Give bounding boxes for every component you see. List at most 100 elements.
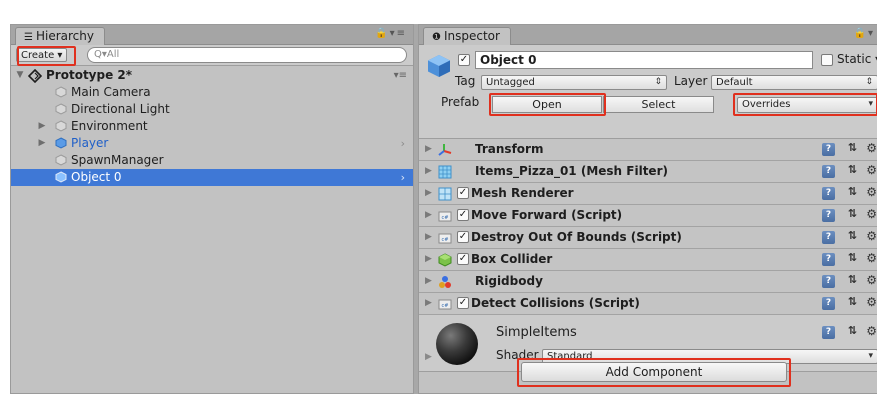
component-move-forward-script[interactable]: ▶ c# ✓ Move Forward (Script) ? ⇅ ⚙ [419,205,877,227]
tab-hierarchy[interactable]: ☰ Hierarchy [15,27,105,46]
component-enabled-checkbox[interactable]: ✓ [457,209,469,221]
component-name: Items_Pizza_01 (Mesh Filter) [475,164,668,178]
hierarchy-panel: ☰ Hierarchy 🔒▾≡ Create ▾ Q▾All ▼ Prototyp… [10,24,414,394]
lock-icon[interactable]: 🔒 [375,28,389,39]
lock-icon[interactable]: 🔒 [854,28,868,39]
gear-icon[interactable]: ⚙ [866,229,877,243]
help-icon[interactable]: ? [822,231,835,244]
preset-icon[interactable]: ⇅ [848,229,857,242]
component-enabled-checkbox[interactable]: ✓ [457,253,469,265]
tab-menu-icon[interactable]: ▾≡ [390,28,407,39]
gear-icon[interactable]: ⚙ [866,141,877,155]
component-transform[interactable]: ▶ Transform ? ⇅ ⚙ [419,139,877,161]
shader-value: Standard [547,351,593,362]
active-checkbox[interactable]: ✓ [458,54,470,66]
expanded-arrow-icon[interactable]: ▼ [15,67,25,84]
collapsed-arrow-icon[interactable]: ▶ [425,232,432,242]
gear-icon[interactable]: ⚙ [866,185,877,199]
component-box-collider[interactable]: ▶ ✓ Box Collider ? ⇅ ⚙ [419,249,877,271]
help-icon[interactable]: ? [822,209,835,222]
static-checkbox[interactable] [821,54,833,66]
hierarchy-item-main-camera[interactable]: Main Camera [11,84,413,101]
help-icon[interactable]: ? [822,253,835,266]
help-icon[interactable]: ? [822,187,835,200]
help-icon[interactable]: ? [822,165,835,178]
tab-inspector[interactable]: ❶ Inspector [423,27,511,46]
preset-icon[interactable]: ⇅ [848,207,857,220]
help-icon[interactable]: ? [822,297,835,310]
collapsed-arrow-icon[interactable]: ▶ [425,254,432,264]
component-mesh-filter[interactable]: ▶ Items_Pizza_01 (Mesh Filter) ? ⇅ ⚙ [419,161,877,183]
component-enabled-checkbox[interactable]: ✓ [457,187,469,199]
collapsed-arrow-icon[interactable]: ▶ [425,210,432,220]
updown-arrow-icon: ⇕ [865,77,873,87]
preset-icon[interactable]: ⇅ [848,141,857,154]
hierarchy-item-label: Directional Light [71,102,170,116]
create-button[interactable]: Create ▾ [16,48,68,62]
inspector-tab-tools: 🔒▾ [854,28,875,39]
collapsed-arrow-icon[interactable]: ▶ [37,118,47,135]
collapsed-arrow-icon[interactable]: ▶ [425,352,432,362]
svg-text:c#: c# [442,303,449,309]
prefab-open-button[interactable]: Open [492,96,602,113]
prefab-overrides-dropdown[interactable]: Overrides ▾ [737,97,877,113]
hierarchy-list: ▼ Prototype 2* ▾≡ Main Camera Directiona… [11,67,413,393]
material-name: SimpleItems [496,325,577,340]
collapsed-arrow-icon[interactable]: ▶ [425,276,432,286]
gear-icon[interactable]: ⚙ [866,207,877,221]
collapsed-arrow-icon[interactable]: ▶ [425,166,432,176]
tab-hierarchy-label: Hierarchy [35,29,94,43]
tab-menu-icon[interactable]: ▾ [868,28,875,39]
gear-icon[interactable]: ⚙ [866,273,877,287]
script-icon: c# [438,233,452,244]
hierarchy-item-object-0[interactable]: Object 0 › [11,169,413,186]
help-icon[interactable]: ? [822,326,835,339]
preset-icon[interactable]: ⇅ [848,324,857,337]
help-icon[interactable]: ? [822,143,835,156]
inspector-panel: ❶Inspector 🔒▾ ✓ Object 0 Static ▾ Tag Un… [418,24,877,394]
collapsed-arrow-icon[interactable]: ▶ [37,135,47,152]
preset-icon[interactable]: ⇅ [848,251,857,264]
tag-dropdown[interactable]: Untagged ⇕ [481,75,667,90]
inspector-header: ✓ Object 0 Static ▾ Tag Untagged⇕ Layer … [419,45,877,139]
collapsed-arrow-icon[interactable]: ▶ [425,298,432,308]
layer-dropdown[interactable]: Default ⇕ [711,75,877,90]
help-icon[interactable]: ? [822,275,835,288]
preset-icon[interactable]: ⇅ [848,273,857,286]
preset-icon[interactable]: ⇅ [848,163,857,176]
static-text: Static [837,52,872,66]
scene-row[interactable]: ▼ Prototype 2* ▾≡ [11,67,413,84]
prefab-select-button[interactable]: Select [603,96,714,113]
scene-menu-icon[interactable]: ▾≡ [394,67,407,84]
hierarchy-item-spawnmanager[interactable]: SpawnManager [11,152,413,169]
static-label[interactable]: Static ▾ [837,52,877,66]
component-detect-collisions-script[interactable]: ▶ c# ✓ Detect Collisions (Script) ? ⇅ ⚙ [419,293,877,315]
component-enabled-checkbox[interactable]: ✓ [457,231,469,243]
mesh-filter-icon [438,165,452,179]
hierarchy-item-player[interactable]: ▶ Player › [11,135,413,152]
component-enabled-checkbox[interactable]: ✓ [457,297,469,309]
preset-icon[interactable]: ⇅ [848,295,857,308]
component-mesh-renderer[interactable]: ▶ ✓ Mesh Renderer ? ⇅ ⚙ [419,183,877,205]
hierarchy-search-input[interactable]: Q▾All [87,47,407,63]
component-rigidbody[interactable]: ▶ Rigidbody ? ⇅ ⚙ [419,271,877,293]
add-component-button[interactable]: Add Component [521,362,787,382]
chevron-right-icon[interactable]: › [401,135,405,152]
chevron-right-icon[interactable]: › [401,169,405,186]
component-destroy-out-of-bounds-script[interactable]: ▶ c# ✓ Destroy Out Of Bounds (Script) ? … [419,227,877,249]
gear-icon[interactable]: ⚙ [866,295,877,309]
gear-icon[interactable]: ⚙ [866,324,877,338]
material-preview-sphere[interactable] [436,323,478,365]
collapsed-arrow-icon[interactable]: ▶ [425,144,432,154]
dropdown-arrow-icon: ▾ [868,351,873,361]
collapsed-arrow-icon[interactable]: ▶ [425,188,432,198]
info-icon: ❶ [432,32,441,43]
hierarchy-item-directional-light[interactable]: Directional Light [11,101,413,118]
preset-icon[interactable]: ⇅ [848,185,857,198]
hierarchy-item-environment[interactable]: ▶ Environment [11,118,413,135]
svg-text:c#: c# [442,237,449,243]
gear-icon[interactable]: ⚙ [866,163,877,177]
gear-icon[interactable]: ⚙ [866,251,877,265]
object-name-field[interactable]: Object 0 [475,51,813,69]
hierarchy-tab-tools: 🔒▾≡ [375,28,407,39]
